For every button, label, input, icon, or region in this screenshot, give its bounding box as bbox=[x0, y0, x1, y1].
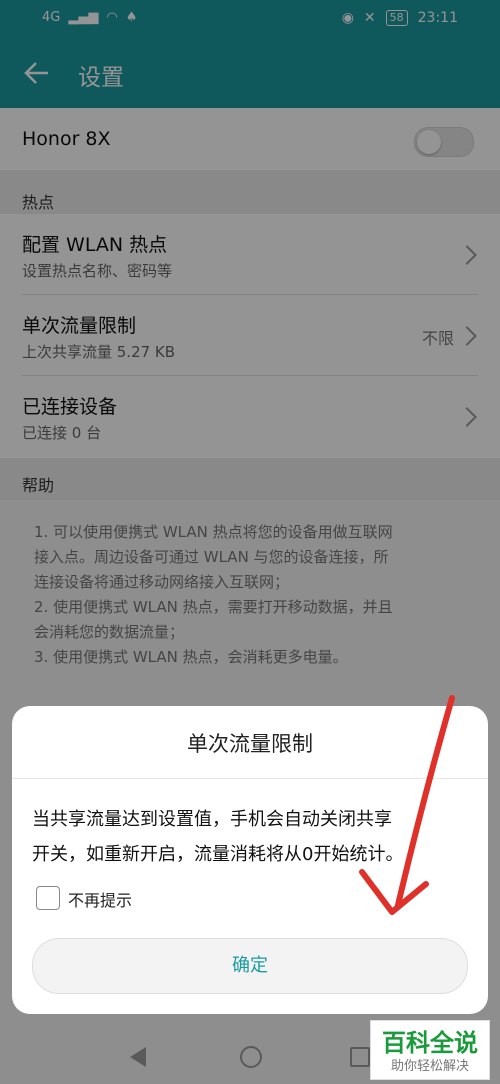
annotation-arrow-icon bbox=[359, 695, 455, 915]
